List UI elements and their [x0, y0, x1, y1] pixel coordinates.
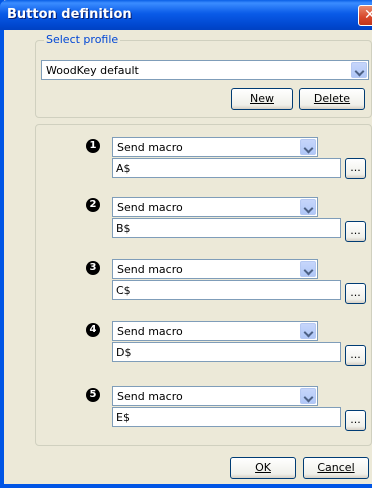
macro-field-2[interactable]: B$ [112, 218, 341, 238]
macro-field-value: D$ [116, 346, 132, 359]
macro-field-5[interactable]: E$ [112, 407, 341, 427]
ok-button[interactable]: OK [230, 457, 296, 479]
action-select-4[interactable]: Send macro [112, 321, 318, 341]
dialog-window: Button definition ✕ Select profile WoodK… [0, 0, 372, 488]
action-select-value: Send macro [117, 141, 183, 154]
browse-button-1[interactable]: ... [345, 158, 366, 179]
delete-profile-button[interactable]: Delete [299, 88, 365, 110]
delete-button-label: Delete [313, 92, 351, 105]
action-select-2[interactable]: Send macro [112, 197, 318, 217]
new-profile-button[interactable]: New [231, 88, 293, 110]
cancel-button[interactable]: Cancel [303, 457, 369, 479]
button-number-badge: 4 [86, 323, 100, 337]
button-number-badge: 2 [86, 198, 100, 212]
macro-field-3[interactable]: C$ [112, 280, 341, 300]
profile-select[interactable]: WoodKey default [41, 60, 369, 80]
macro-field-4[interactable]: D$ [112, 342, 341, 362]
title-bar[interactable]: Button definition ✕ [0, 0, 372, 30]
cancel-button-label: Cancel [317, 461, 355, 474]
action-select-value: Send macro [117, 325, 183, 338]
macro-field-value: E$ [116, 411, 130, 424]
macro-field-value: C$ [116, 284, 131, 297]
action-select-1[interactable]: Send macro [112, 137, 318, 157]
profile-group-label: Select profile [44, 33, 121, 46]
new-button-label: New [250, 92, 274, 105]
chevron-down-icon[interactable] [300, 139, 316, 155]
button-number-badge: 1 [86, 139, 100, 153]
browse-button-3[interactable]: ... [345, 283, 366, 304]
window-title: Button definition [7, 7, 132, 22]
button-number-badge: 3 [86, 261, 100, 275]
action-select-value: Send macro [117, 390, 183, 403]
profile-select-value: WoodKey default [46, 64, 139, 77]
chevron-down-icon[interactable] [351, 62, 367, 78]
chevron-down-icon[interactable] [300, 199, 316, 215]
chevron-down-icon[interactable] [300, 323, 316, 339]
action-select-value: Send macro [117, 263, 183, 276]
browse-button-4[interactable]: ... [345, 345, 366, 366]
action-select-value: Send macro [117, 201, 183, 214]
close-icon: ✕ [364, 7, 372, 23]
button-number-badge: 5 [86, 388, 100, 402]
close-button[interactable]: ✕ [358, 5, 372, 26]
macro-field-value: B$ [116, 222, 131, 235]
ok-button-label: OK [255, 461, 271, 474]
macro-field-value: A$ [116, 162, 131, 175]
action-select-3[interactable]: Send macro [112, 259, 318, 279]
browse-button-2[interactable]: ... [345, 221, 366, 242]
macro-field-1[interactable]: A$ [112, 158, 341, 178]
chevron-down-icon[interactable] [300, 261, 316, 277]
chevron-down-icon[interactable] [300, 388, 316, 404]
action-select-5[interactable]: Send macro [112, 386, 318, 406]
browse-button-5[interactable]: ... [345, 410, 366, 431]
